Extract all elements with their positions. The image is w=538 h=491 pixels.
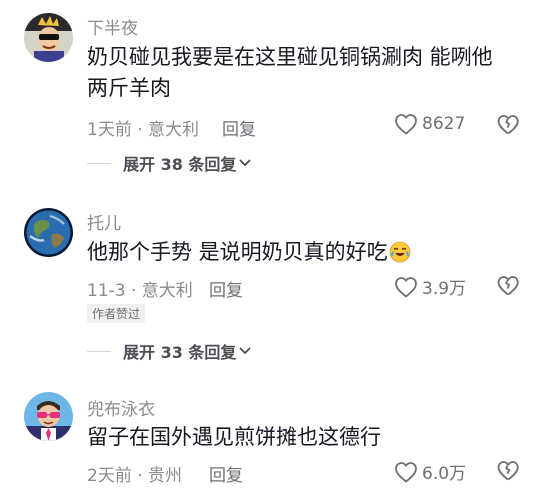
cartoon-sunglasses-avatar-icon bbox=[24, 392, 73, 441]
broken-heart-icon bbox=[497, 461, 519, 481]
comment-item: 兜布泳衣 留子在国外遇见煎饼摊也这德行 2天前 · 贵州 回复 6.0万 bbox=[0, 0, 538, 491]
username[interactable]: 兜布泳衣 bbox=[87, 395, 155, 420]
reply-button[interactable]: 回复 bbox=[209, 461, 243, 486]
like-button[interactable]: 6.0万 bbox=[394, 459, 466, 484]
comment-meta: 2天前 · 贵州 bbox=[87, 466, 183, 486]
avatar[interactable] bbox=[24, 392, 73, 441]
dislike-button[interactable] bbox=[497, 460, 519, 481]
heart-icon bbox=[395, 461, 417, 482]
comment-text: 留子在国外遇见煎饼摊也这德行 bbox=[87, 425, 381, 449]
like-count: 6.0万 bbox=[422, 464, 467, 484]
